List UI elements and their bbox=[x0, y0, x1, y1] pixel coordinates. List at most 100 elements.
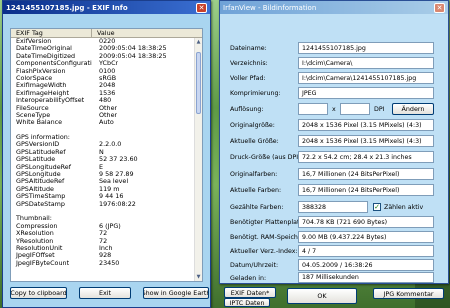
field-datum-uhrzeit[interactable]: 04.05.2009 / 16:38:26 bbox=[298, 259, 434, 271]
close-icon[interactable]: ✕ bbox=[434, 2, 445, 13]
exif-tag-value: 9 58 27.89 bbox=[99, 171, 134, 179]
field-voller-pfad[interactable]: I:\dcim\Camera\1241455107185.jpg bbox=[298, 72, 434, 84]
zaehlen-aktiv-checkbox[interactable]: ✓ bbox=[373, 203, 381, 211]
exif-tag-name: GPSLongitude bbox=[16, 171, 61, 179]
label-geladen-in: Geladen in: bbox=[230, 275, 267, 282]
exif-tag-name: FileSource bbox=[16, 104, 49, 112]
exif-info-window: 1241455107185.jpg - EXIF Info ✕ EXIF Tag… bbox=[2, 0, 211, 308]
exif-tag-name: GPSTimeStamp bbox=[16, 193, 66, 201]
exif-tag-name: InteroperabilityOffset bbox=[16, 97, 85, 105]
list-item[interactable]: ResolutionUnit Inch bbox=[11, 245, 202, 252]
field-aufloesung-x[interactable] bbox=[298, 103, 328, 115]
exif-tag-value bbox=[92, 208, 99, 215]
exif-tag-value bbox=[92, 127, 99, 134]
jpg-kommentar-button[interactable]: JPG Kommentar bbox=[373, 288, 444, 299]
list-item[interactable]: Compression 6 (JPG) bbox=[11, 223, 202, 230]
field-geladen-in[interactable]: 187 Millisekunden bbox=[298, 272, 434, 283]
exif-tag-name: ExifVersion bbox=[16, 38, 52, 45]
field-gezaehlte-farben[interactable]: 388328 bbox=[298, 201, 368, 213]
irfanview-titlebar[interactable]: IrfanView - Bildinformation ✕ bbox=[220, 1, 448, 14]
field-aktuelle-groesse[interactable]: 2048 x 1536 Pixel (3.15 MPixels) (4:3) bbox=[298, 135, 434, 147]
exif-tag-name: ComponentsConfiguration bbox=[16, 60, 92, 68]
list-item[interactable]: GPSLongitude 9 58 27.89 bbox=[11, 171, 202, 178]
exif-tag-value: Auto bbox=[99, 119, 114, 127]
exif-scrollbar[interactable]: ▲ ▼ bbox=[194, 38, 202, 281]
list-item[interactable]: YResolution 72 bbox=[11, 238, 202, 245]
field-plattenplatz[interactable]: 704.78 KB (721 690 Bytes) bbox=[298, 216, 434, 228]
list-item[interactable]: ComponentsConfiguration YCbCr bbox=[11, 60, 202, 67]
list-item[interactable]: DateTimeOriginal 2009:05:04 18:38:25 bbox=[11, 45, 202, 52]
list-item[interactable]: GPSVersionID 2.2.0.0 bbox=[11, 141, 202, 148]
label-plattenplatz: Benötigter Plattenplatz: bbox=[230, 219, 305, 226]
list-item[interactable]: JpegIFByteCount 23450 bbox=[11, 260, 202, 267]
list-item[interactable] bbox=[11, 208, 202, 215]
field-aufloesung-y[interactable] bbox=[340, 103, 370, 115]
copy-to-clipboard-button[interactable]: Copy to clipboard bbox=[10, 287, 67, 299]
list-item[interactable]: XResolution 72 bbox=[11, 230, 202, 237]
list-item[interactable] bbox=[11, 127, 202, 134]
field-verz-index[interactable]: 4 / 7 bbox=[298, 245, 434, 257]
exif-tag-value: YCbCr bbox=[99, 60, 119, 68]
list-item[interactable]: GPSLatitudeRef N bbox=[11, 149, 202, 156]
list-item[interactable]: GPSAltitudeRef Sea level bbox=[11, 178, 202, 185]
label-verz-index: Aktueller Verz.-Index: bbox=[230, 248, 298, 255]
list-item[interactable]: GPSLongitudeRef E bbox=[11, 164, 202, 171]
list-item[interactable]: FlashPixVersion 0100 bbox=[11, 68, 202, 75]
exif-tag-list[interactable]: EXIF Tag Value ExifVersion 0220 DateTimeOr… bbox=[10, 28, 203, 282]
label-dateiname: Dateiname: bbox=[230, 45, 267, 52]
exif-tag-name: XResolution bbox=[16, 230, 54, 238]
scroll-up-arrow-icon[interactable]: ▲ bbox=[195, 38, 202, 46]
list-item[interactable]: SceneType Other bbox=[11, 112, 202, 119]
list-item[interactable]: ColorSpace sRGB bbox=[11, 75, 202, 82]
field-originalfarben[interactable]: 16,7 Millionen (24 BitsPerPixel) bbox=[298, 168, 434, 180]
exif-tag-name: GPSLatitude bbox=[16, 156, 56, 164]
exif-titlebar[interactable]: 1241455107185.jpg - EXIF Info ✕ bbox=[3, 1, 210, 14]
ok-button[interactable]: OK bbox=[287, 288, 357, 304]
label-komprimierung: Komprimierung: bbox=[230, 90, 281, 97]
field-ram-speicher[interactable]: 9.00 MB (9.437.224 Bytes) bbox=[298, 231, 434, 243]
exif-tag-name: FlashPixVersion bbox=[16, 67, 66, 75]
list-item[interactable]: ExifImageHeight 1536 bbox=[11, 90, 202, 97]
list-item[interactable]: InteroperabilityOffset 480 bbox=[11, 97, 202, 104]
iptc-daten-button[interactable]: IPTC Daten bbox=[224, 298, 270, 307]
list-item[interactable]: GPS information: bbox=[11, 134, 202, 141]
field-dateiname[interactable]: 1241455107185.jpg bbox=[298, 42, 434, 54]
exif-tag-name: GPS information: bbox=[16, 134, 70, 142]
exif-tag-value: 6 (JPG) bbox=[99, 222, 121, 230]
exif-tag-name: White Balance bbox=[16, 119, 63, 127]
list-item[interactable]: ExifImageWidth 2048 bbox=[11, 82, 202, 89]
field-komprimierung[interactable]: JPEG bbox=[298, 87, 434, 99]
list-item[interactable]: GPSLatitude 52 37 23.60 bbox=[11, 156, 202, 163]
label-aufloesung: Auflösung: bbox=[230, 106, 264, 113]
close-icon[interactable]: ✕ bbox=[196, 2, 207, 13]
field-originalgroesse[interactable]: 2048 x 1536 Pixel (3.15 MPixels) (4:3) bbox=[298, 119, 434, 131]
column-header-value[interactable]: Value bbox=[92, 29, 115, 37]
field-aktuelle-farben[interactable]: 16,7 Millionen (24 BitsPerPixel) bbox=[298, 184, 434, 196]
column-header-tag[interactable]: EXIF Tag bbox=[11, 29, 92, 37]
list-item[interactable]: Thumbnail: bbox=[11, 215, 202, 222]
list-item[interactable]: DateTimeDigitized 2009:05:04 18:38:25 bbox=[11, 53, 202, 60]
exif-daten-button[interactable]: EXIF Daten* bbox=[224, 287, 276, 298]
list-item[interactable]: GPSAltitude 119 m bbox=[11, 186, 202, 193]
exif-tag-name bbox=[11, 208, 92, 215]
scrollbar-thumb[interactable] bbox=[196, 52, 201, 114]
exif-tag-name: ExifImageHeight bbox=[16, 89, 69, 97]
irfanview-window-title: IrfanView - Bildinformation bbox=[223, 3, 317, 12]
field-verzeichnis[interactable]: I:\dcim\Camera\ bbox=[298, 57, 434, 69]
list-item[interactable]: GPSTimeStamp 9 44 16 bbox=[11, 193, 202, 200]
list-item[interactable]: JpegIFOffset 928 bbox=[11, 252, 202, 259]
field-druck-groesse[interactable]: 72.2 x 54.2 cm; 28.4 x 21.3 inches bbox=[298, 151, 434, 163]
list-item[interactable]: ExifVersion 0220 bbox=[11, 38, 202, 45]
aendern-button[interactable]: Ändern bbox=[392, 103, 434, 115]
exit-button[interactable]: Exit bbox=[79, 287, 131, 299]
list-item[interactable]: White Balance Auto bbox=[11, 119, 202, 126]
list-item[interactable]: GPSDateStamp 1976:08:22 bbox=[11, 201, 202, 208]
exif-tag-value bbox=[92, 134, 99, 141]
label-originalfarben: Originalfarben: bbox=[230, 171, 278, 178]
exif-tag-value bbox=[92, 215, 99, 222]
scroll-down-arrow-icon[interactable]: ▼ bbox=[195, 273, 202, 281]
list-item[interactable]: FileSource Other bbox=[11, 105, 202, 112]
exif-tag-name: GPSDateStamp bbox=[16, 200, 65, 208]
show-in-google-earth-button[interactable]: Show in Google Earth bbox=[143, 287, 209, 299]
exif-tag-value: 928 bbox=[99, 252, 112, 260]
